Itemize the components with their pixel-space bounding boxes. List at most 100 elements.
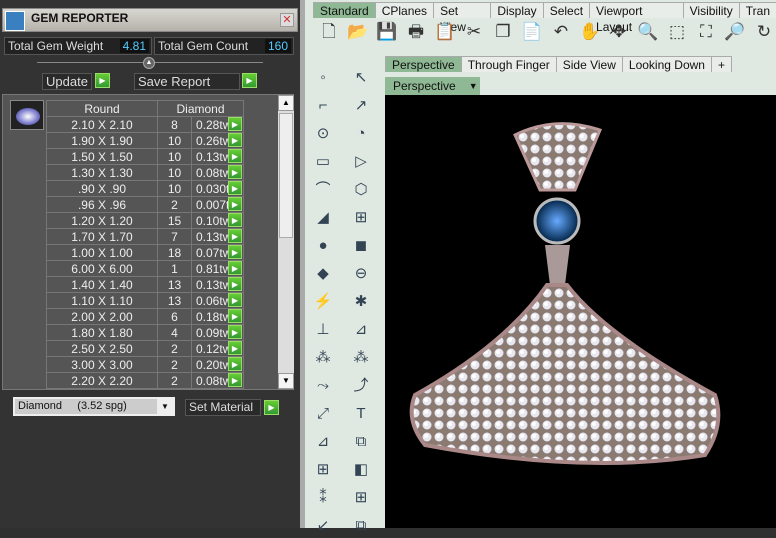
left-tool-icon[interactable]: ◧	[347, 458, 375, 482]
left-tool-icon[interactable]: ↙	[309, 514, 337, 538]
left-tool-icon[interactable]: ◆	[309, 262, 337, 286]
viewport-tab[interactable]: Side View	[555, 56, 623, 72]
toolbar-tool-icon[interactable]: ✥	[607, 20, 631, 44]
row-go-icon[interactable]: ▶	[228, 149, 242, 163]
table-row[interactable]: 1.80 X 1.80 4 0.09tw ▶	[46, 324, 244, 341]
viewport-tab[interactable]: Through Finger	[460, 56, 557, 72]
toolbar-tool-icon[interactable]: 🖶	[404, 20, 428, 44]
toolbar-tool-icon[interactable]: 🔍	[636, 20, 660, 44]
tab-viewport-layout[interactable]: Viewport Layout	[589, 2, 684, 34]
viewport-tab[interactable]: Perspective	[385, 56, 462, 72]
row-go-icon[interactable]: ▶	[228, 293, 242, 307]
left-tool-icon[interactable]: ⧉	[347, 514, 375, 538]
table-row[interactable]: 6.00 X 6.00 1 0.81tw ▶	[46, 260, 244, 277]
row-go-icon[interactable]: ▶	[228, 117, 242, 131]
left-tool-icon[interactable]: ●	[309, 234, 337, 258]
row-go-icon[interactable]: ▶	[228, 261, 242, 275]
table-row[interactable]: 2.20 X 2.20 2 0.08tw ▶	[46, 372, 244, 389]
close-button[interactable]: ✕	[280, 13, 294, 27]
row-go-icon[interactable]: ▶	[228, 197, 242, 211]
toolbar-tool-icon[interactable]: 🗋	[317, 20, 341, 44]
left-tool-icon[interactable]: ↗	[347, 94, 375, 118]
table-row[interactable]: .96 X .96 2 0.007tw ▶	[46, 196, 244, 213]
left-tool-icon[interactable]: ⌒	[309, 178, 337, 202]
table-row[interactable]: 2.50 X 2.50 2 0.12tw ▶	[46, 340, 244, 357]
toolbar-tool-icon[interactable]: ❐	[491, 20, 515, 44]
toolbar-tool-icon[interactable]: 🔎	[723, 20, 747, 44]
table-row[interactable]: .90 X .90 10 0.030tw ▶	[46, 180, 244, 197]
left-tool-icon[interactable]: ✱	[347, 290, 375, 314]
toolbar-tool-icon[interactable]: ✂	[462, 20, 486, 44]
table-row[interactable]: 2.10 X 2.10 8 0.28tw ▶	[46, 116, 244, 133]
left-tool-icon[interactable]: ⌐	[309, 94, 337, 118]
set-material-button[interactable]: Set Material	[185, 399, 261, 416]
left-tool-icon[interactable]: ⤴	[347, 374, 375, 398]
save-report-go-icon[interactable]: ▶	[242, 73, 257, 88]
left-tool-icon[interactable]: ⊖	[347, 262, 375, 286]
update-button[interactable]: Update	[42, 73, 92, 90]
row-go-icon[interactable]: ▶	[228, 165, 242, 179]
scroll-up-button[interactable]: ▲	[278, 95, 294, 111]
toolbar-tool-icon[interactable]: ↻	[752, 20, 776, 44]
left-tool-icon[interactable]: ⬡	[347, 178, 375, 202]
left-tool-icon[interactable]: ⤳	[309, 374, 337, 398]
table-row[interactable]: 1.30 X 1.30 10 0.08tw ▶	[46, 164, 244, 181]
tab-standard[interactable]: Standard	[313, 2, 376, 18]
row-go-icon[interactable]: ▶	[228, 373, 242, 387]
tab-set-view[interactable]: Set View	[433, 2, 492, 34]
material-select[interactable]: Diamond (3.52 spg) ▼	[13, 397, 175, 416]
tab-select[interactable]: Select	[542, 2, 591, 18]
left-tool-icon[interactable]: ⊞	[347, 486, 375, 510]
left-tool-icon[interactable]: ▭	[309, 150, 337, 174]
tab-tran[interactable]: Tran	[738, 2, 776, 18]
toolbar-tool-icon[interactable]: 📂	[346, 20, 370, 44]
toolbar-tool-icon[interactable]: 📋	[433, 20, 457, 44]
row-go-icon[interactable]: ▶	[228, 245, 242, 259]
table-row[interactable]: 1.90 X 1.90 10 0.26tw ▶	[46, 132, 244, 149]
left-tool-icon[interactable]: ⧉	[347, 430, 375, 454]
left-tool-icon[interactable]: ⤢	[309, 402, 337, 426]
tab-display[interactable]: Display	[490, 2, 544, 18]
toolbar-tool-icon[interactable]: ↶	[549, 20, 573, 44]
viewport-label[interactable]: Perspective ▼	[385, 77, 480, 95]
set-material-go-icon[interactable]: ▶	[264, 400, 279, 415]
table-row[interactable]: 3.00 X 3.00 2 0.20tw ▶	[46, 356, 244, 373]
row-go-icon[interactable]: ▶	[228, 309, 242, 323]
left-tool-icon[interactable]: ⊿	[347, 318, 375, 342]
update-go-icon[interactable]: ▶	[95, 73, 110, 88]
left-tool-icon[interactable]: ⊞	[309, 458, 337, 482]
table-row[interactable]: 2.00 X 2.00 6 0.18tw ▶	[46, 308, 244, 325]
collapse-toggle[interactable]: ▲	[143, 57, 155, 69]
chevron-down-icon[interactable]: ▼	[157, 399, 173, 414]
left-tool-icon[interactable]: ⊿	[309, 430, 337, 454]
table-scrollbar[interactable]: ▲ ▼	[278, 95, 294, 389]
left-tool-icon[interactable]: ◢	[309, 206, 337, 230]
left-tool-icon[interactable]: ↖	[347, 66, 375, 90]
left-tool-icon[interactable]: ⁑	[309, 486, 337, 510]
toolbar-tool-icon[interactable]: 💾	[375, 20, 399, 44]
left-tool-icon[interactable]: T	[347, 402, 375, 426]
table-row[interactable]: 1.20 X 1.20 15 0.10tw ▶	[46, 212, 244, 229]
left-tool-icon[interactable]: ⊥	[309, 318, 337, 342]
viewport-tab[interactable]: Looking Down	[621, 56, 712, 72]
toolbar-tool-icon[interactable]: ⛶	[694, 20, 718, 44]
toolbar-tool-icon[interactable]: ✋	[578, 20, 602, 44]
left-tool-icon[interactable]: ◦	[309, 66, 337, 90]
left-tool-icon[interactable]: ▷	[347, 150, 375, 174]
toolbar-tool-icon[interactable]: 📄	[520, 20, 544, 44]
table-row[interactable]: 1.40 X 1.40 13 0.13tw ▶	[46, 276, 244, 293]
table-row[interactable]: 1.50 X 1.50 10 0.13tw ▶	[46, 148, 244, 165]
row-go-icon[interactable]: ▶	[228, 341, 242, 355]
row-go-icon[interactable]: ▶	[228, 181, 242, 195]
left-tool-icon[interactable]: ⊙	[309, 122, 337, 146]
row-go-icon[interactable]: ▶	[228, 325, 242, 339]
viewport-tab[interactable]: +	[710, 56, 732, 72]
table-row[interactable]: 1.70 X 1.70 7 0.13tw ▶	[46, 228, 244, 245]
left-tool-icon[interactable]: ⁂	[347, 346, 375, 370]
left-tool-icon[interactable]: ⁂	[309, 346, 337, 370]
table-row[interactable]: 1.10 X 1.10 13 0.06tw ▶	[46, 292, 244, 309]
table-row[interactable]: 1.00 X 1.00 18 0.07tw ▶	[46, 244, 244, 261]
chevron-down-icon[interactable]: ▼	[469, 77, 478, 95]
scroll-thumb[interactable]	[279, 113, 293, 238]
row-go-icon[interactable]: ▶	[228, 229, 242, 243]
